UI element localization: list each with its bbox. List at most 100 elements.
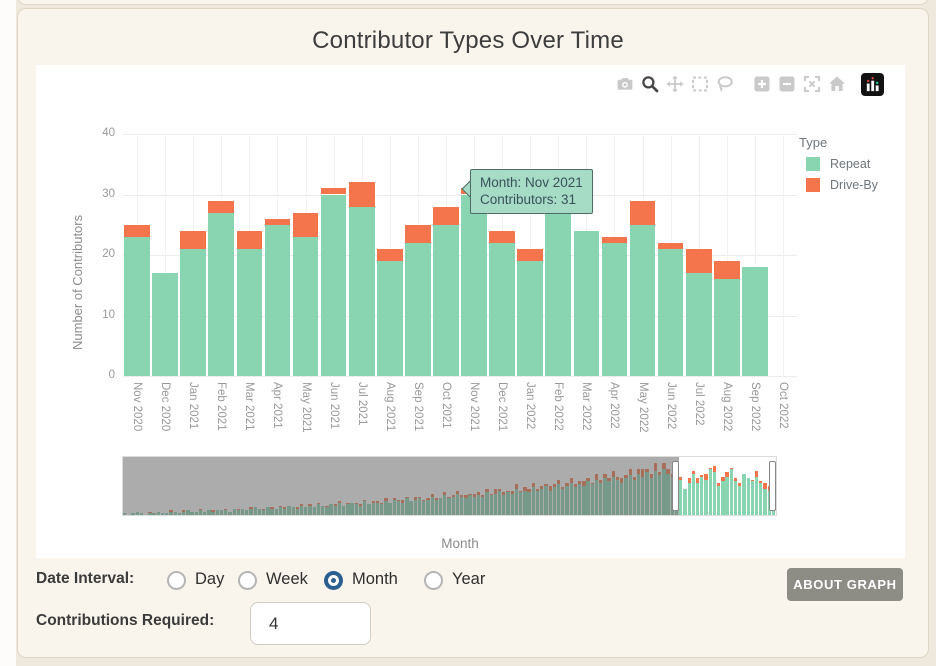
bar-segment-driveby[interactable]: [320, 188, 347, 195]
bar-segment-repeat[interactable]: [348, 206, 375, 376]
autoscale-icon[interactable]: [799, 72, 824, 96]
box-select-icon[interactable]: [687, 72, 712, 96]
y-tick-label: 30: [102, 187, 115, 200]
bar-segment-repeat[interactable]: [320, 194, 347, 376]
slider-bar-repeat: [742, 473, 746, 515]
slider-bar-driveby: [700, 475, 704, 477]
y-axis-title: Number of Contributors: [70, 214, 85, 350]
x-tick-label: May 2021: [299, 382, 312, 433]
slider-bar-repeat: [683, 488, 687, 515]
plotly-modebar: [612, 72, 884, 96]
bar-segment-driveby[interactable]: [433, 206, 459, 225]
zoom-in-icon[interactable]: [749, 72, 774, 96]
bar-segment-repeat[interactable]: [180, 248, 207, 376]
bar-segment-driveby[interactable]: [264, 218, 291, 225]
bar-segment-driveby[interactable]: [292, 212, 319, 237]
slider-bar-repeat: [721, 481, 725, 515]
bar-segment-repeat[interactable]: [208, 212, 235, 376]
bar-segment-driveby[interactable]: [601, 236, 628, 243]
bar-segment-driveby[interactable]: [657, 242, 684, 249]
x-tick-label: Jan 2022: [524, 382, 537, 430]
legend-item-repeat[interactable]: Repeat: [799, 157, 878, 171]
bar-segment-repeat[interactable]: [601, 242, 628, 376]
bar-segment-repeat[interactable]: [657, 248, 684, 376]
slider-bar-driveby: [721, 476, 725, 482]
bar-segment-driveby[interactable]: [405, 224, 431, 243]
bar-segment-driveby[interactable]: [713, 261, 740, 280]
y-tick-label: 20: [102, 248, 115, 260]
slider-bar-driveby: [704, 473, 708, 480]
bar-segment-repeat[interactable]: [124, 236, 150, 376]
bar-segment-repeat[interactable]: [489, 242, 515, 376]
bar-segment-driveby[interactable]: [124, 224, 150, 237]
bar-segment-driveby[interactable]: [376, 248, 403, 262]
bar-segment-repeat[interactable]: [292, 236, 319, 376]
about-graph-button[interactable]: ABOUT GRAPH: [787, 568, 903, 601]
bar-segment-driveby[interactable]: [685, 248, 712, 274]
x-tick-label: Dec 2020: [159, 382, 172, 432]
bar-segment-repeat[interactable]: [742, 267, 768, 376]
h-gridline: [123, 134, 797, 135]
bar-segment-repeat[interactable]: [545, 212, 572, 376]
legend: Type Repeat Drive-By: [799, 135, 878, 199]
bar-segment-driveby[interactable]: [236, 230, 263, 249]
bar-segment-repeat[interactable]: [685, 273, 712, 376]
bar-segment-repeat[interactable]: [152, 273, 178, 376]
zoom-out-icon[interactable]: [774, 72, 799, 96]
bar-segment-repeat[interactable]: [405, 242, 431, 376]
radio-label-day[interactable]: Day: [195, 570, 224, 589]
radio-month[interactable]: [324, 571, 343, 590]
slider-bar-driveby: [729, 467, 733, 470]
pan-icon[interactable]: [662, 72, 687, 96]
slider-bar-driveby: [712, 466, 717, 473]
x-axis-title: Month: [441, 536, 479, 551]
bar-segment-driveby[interactable]: [348, 182, 375, 207]
x-tick-label: Jan 2021: [187, 382, 200, 430]
slider-bar-repeat: [754, 476, 759, 515]
lasso-icon[interactable]: [712, 72, 737, 96]
radio-label-week[interactable]: Week: [266, 570, 308, 589]
h-gridline: [123, 376, 797, 377]
home-icon[interactable]: [824, 72, 849, 96]
slider-bar-repeat: [691, 473, 696, 515]
radio-day[interactable]: [167, 571, 186, 590]
x-tick-label: Sep 2022: [748, 382, 761, 432]
legend-item-driveby[interactable]: Drive-By: [799, 178, 878, 192]
bar-segment-driveby[interactable]: [489, 230, 515, 243]
range-slider-right-handle[interactable]: [769, 461, 776, 511]
radio-label-year[interactable]: Year: [452, 570, 485, 589]
legend-title: Type: [799, 135, 828, 150]
bar-segment-repeat[interactable]: [713, 279, 740, 376]
bar-segment-driveby[interactable]: [208, 200, 235, 213]
bar-segment-repeat[interactable]: [573, 230, 600, 376]
range-slider-left-handle[interactable]: [672, 461, 679, 511]
bar-segment-repeat[interactable]: [433, 224, 459, 376]
x-tick-label: Jul 2021: [355, 382, 368, 426]
bar-segment-repeat[interactable]: [517, 261, 544, 376]
bar-segment-repeat[interactable]: [629, 224, 656, 376]
plotly-logo-icon[interactable]: [861, 72, 884, 96]
slider-bar-driveby: [708, 467, 712, 470]
repeat-swatch-icon: [806, 157, 820, 171]
bar-segment-repeat[interactable]: [461, 194, 487, 376]
bar-segment-driveby[interactable]: [517, 248, 544, 262]
slider-bar-driveby: [754, 470, 759, 477]
bar-segment-repeat[interactable]: [376, 261, 403, 376]
card-above: [17, 0, 929, 5]
contributions-required-input[interactable]: [250, 602, 371, 645]
zoom-icon[interactable]: [637, 72, 662, 96]
camera-icon[interactable]: [612, 72, 637, 96]
x-tick-label: Aug 2022: [720, 382, 733, 432]
x-tick-label: Jun 2021: [327, 382, 340, 430]
radio-year[interactable]: [424, 571, 443, 590]
radio-week[interactable]: [238, 571, 257, 590]
slider-bar-repeat: [687, 482, 691, 515]
bar-segment-repeat[interactable]: [236, 248, 263, 376]
slider-bar-driveby: [679, 476, 683, 480]
x-tick-label: Feb 2021: [215, 382, 228, 431]
slider-bar-driveby: [725, 472, 729, 477]
radio-label-month[interactable]: Month: [352, 570, 398, 589]
bar-segment-driveby[interactable]: [629, 200, 656, 225]
bar-segment-repeat[interactable]: [264, 224, 291, 376]
bar-segment-driveby[interactable]: [180, 230, 207, 249]
